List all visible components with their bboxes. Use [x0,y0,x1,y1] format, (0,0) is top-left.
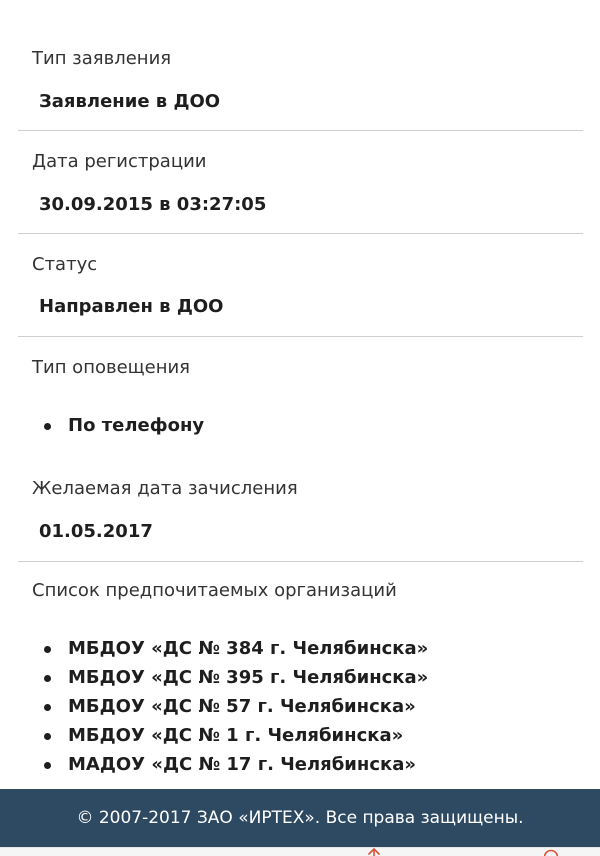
preferred-organization-item-text: МБДОУ «ДС № 57 г. Челябинска» [68,692,416,721]
notification-type-field: Тип оповещения По телефону [18,338,583,448]
footer-copyright: © 2007-2017 ЗАО «ИРТЕХ». Все права защищ… [76,808,523,828]
bullet-icon [44,733,51,740]
notification-type-label: Тип оповещения [32,357,190,378]
status-field: Статус Направлен в ДОО [18,235,583,337]
bullet-icon [44,704,51,711]
notification-type-item-text: По телефону [68,411,204,440]
bullet-icon [44,646,51,653]
footer: © 2007-2017 ЗАО «ИРТЕХ». Все права защищ… [0,789,600,847]
desired-enrollment-date-label: Желаемая дата зачисления [32,478,298,499]
status-label: Статус [32,254,97,275]
registration-date-field: Дата регистрации 30.09.2015 в 03:27:05 [18,132,583,234]
registration-date-value: 30.09.2015 в 03:27:05 [39,194,266,215]
status-value: Направлен в ДОО [39,296,223,317]
preferred-organization-item-text: МАДОУ «ДС № 17 г. Челябинска» [68,750,416,779]
desired-enrollment-date-value: 01.05.2017 [39,521,153,542]
bullet-icon [44,675,51,682]
bullet-icon [44,762,51,769]
application-type-label: Тип заявления [32,48,171,69]
bullet-icon [44,423,51,430]
registration-date-label: Дата регистрации [32,151,206,172]
desired-enrollment-date-field: Желаемая дата зачисления 01.05.2017 [18,448,583,562]
application-details: Тип заявления Заявление в ДОО Дата регис… [0,0,600,855]
application-type-field: Тип заявления Заявление в ДОО [18,0,583,131]
preferred-organization-item-text: МБДОУ «ДС № 384 г. Челябинска» [68,634,428,663]
preferred-organization-item-text: МБДОУ «ДС № 1 г. Челябинска» [68,721,403,750]
preferred-organization-item-text: МБДОУ «ДС № 395 г. Челябинска» [68,663,428,692]
preferred-organizations-label: Список предпочитаемых организаций [32,580,397,601]
application-type-value: Заявление в ДОО [39,91,220,112]
